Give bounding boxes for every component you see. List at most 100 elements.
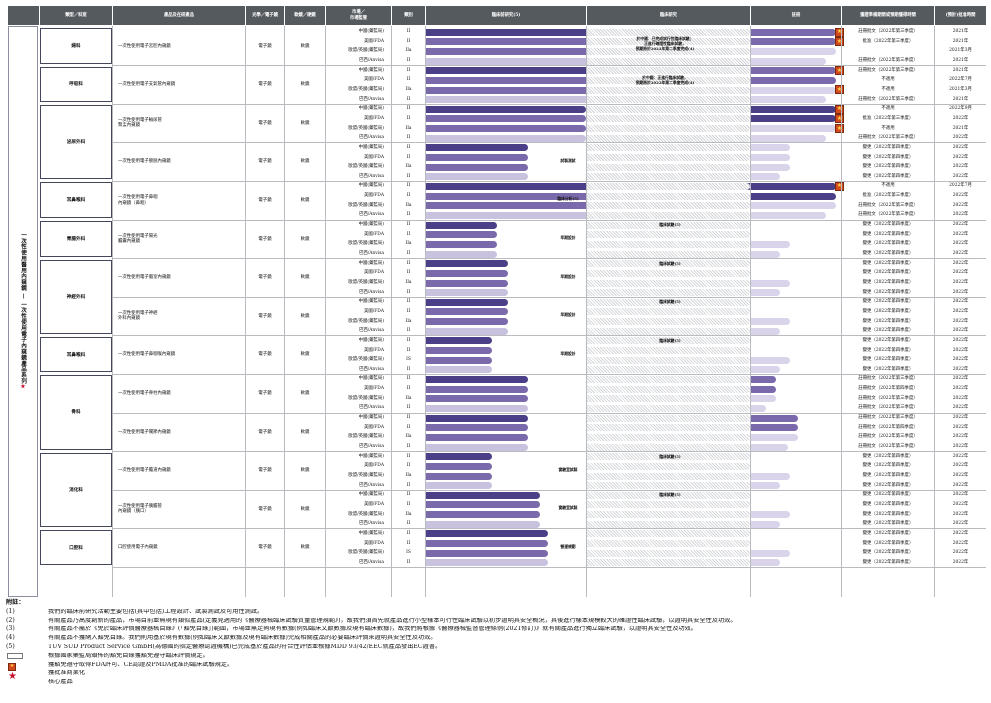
approval-time: 2022年 bbox=[952, 366, 969, 372]
design-bar bbox=[426, 540, 548, 548]
approval-time: 2022年 bbox=[952, 222, 969, 228]
department-5: 胃腸外科 bbox=[40, 221, 112, 257]
clinical-bar bbox=[586, 472, 750, 480]
registration-bar bbox=[750, 511, 790, 519]
registration-bar bbox=[750, 28, 836, 36]
approval-time: 2022年 bbox=[952, 463, 969, 469]
registration-bar bbox=[750, 482, 780, 490]
market-label: 中國(藥監局) bbox=[358, 183, 384, 189]
market-label: 美國/FDA bbox=[364, 386, 384, 392]
registration-bar bbox=[750, 173, 780, 181]
product-name: 一次性使用電子鼻咽 內窺鏡（鼻咽） bbox=[118, 195, 158, 206]
design-bar bbox=[426, 491, 540, 499]
registration-bar bbox=[750, 183, 836, 190]
class-label: II bbox=[406, 173, 411, 179]
approval-status: 註冊批文（2022年第三季度） bbox=[858, 444, 918, 449]
approval-status: 變更（2022年第四季度） bbox=[862, 318, 914, 324]
design-bar bbox=[426, 269, 508, 277]
product-mode: 軟鏡 bbox=[300, 468, 310, 474]
class-label: IIa bbox=[405, 318, 412, 324]
footnote-text: 我們的臨床前研究活動主要包括(其中包括)工程設計、試製測試及可用性測試。 bbox=[48, 608, 264, 615]
class-label: II bbox=[406, 222, 411, 228]
class-label: II bbox=[406, 77, 411, 83]
approval-time: 2022年 bbox=[952, 231, 969, 237]
approval-status: 註冊批文（2022年第三季度） bbox=[858, 212, 918, 218]
approval-time: 2022年 bbox=[952, 492, 969, 498]
approval-time: 2022年 bbox=[952, 270, 969, 276]
registration-bar bbox=[750, 520, 780, 528]
footnote-key: (1) bbox=[6, 607, 15, 615]
header-mode: 軟鏡／硬鏡 bbox=[285, 6, 325, 25]
class-label: IIa bbox=[405, 241, 412, 247]
approval-status: 註冊批文（2022年第三季度） bbox=[858, 415, 918, 421]
class-label: II bbox=[406, 405, 411, 411]
product-kind: 電子鏡 bbox=[258, 120, 272, 126]
product-mode: 軟鏡 bbox=[300, 120, 310, 126]
registration-bar bbox=[750, 279, 790, 287]
product-name: 一次性使用電子腦室內窺鏡 bbox=[118, 275, 171, 281]
design-bar bbox=[426, 501, 540, 509]
stage-note-clinical: 臨床試驗(5) bbox=[659, 260, 681, 266]
clinical-bar bbox=[586, 366, 750, 374]
market-label: 巴西/Anvisa bbox=[358, 251, 384, 256]
department-1: 婦科 bbox=[40, 28, 112, 64]
class-label: II bbox=[406, 540, 411, 546]
approval-time: 2021年 bbox=[952, 96, 969, 102]
market-label: 歐盟/英國(藥監局) bbox=[348, 164, 384, 170]
approval-time: 2022年 bbox=[952, 405, 969, 411]
clinical-bar bbox=[586, 308, 750, 316]
approval-status: 不適用 bbox=[881, 125, 895, 131]
design-bar bbox=[426, 125, 586, 133]
clinical-bar bbox=[586, 279, 750, 287]
approval-time: 2022年 bbox=[952, 260, 969, 266]
market-label: 歐盟/英國(藥監局) bbox=[348, 357, 384, 363]
market-label: 美國/FDA bbox=[364, 308, 384, 314]
approval-time: 2022年 bbox=[952, 434, 969, 440]
registration-bar bbox=[750, 240, 790, 248]
clinical-bar bbox=[586, 356, 750, 364]
market-label: 巴西/Anvisa bbox=[358, 559, 384, 565]
approval-status: 變更（2022年第四季度） bbox=[862, 164, 914, 170]
core-product-legend-icon: ★ bbox=[8, 671, 17, 683]
design-bar bbox=[426, 144, 528, 152]
approval-time: 2022年 bbox=[952, 511, 969, 517]
footnote-text: 有關產品不獲納入豁免目錄。我們則用基於現有數據(例如臨床文獻數據及現有臨床數據)… bbox=[48, 635, 437, 642]
class-label: IS bbox=[406, 550, 411, 556]
class-label: II bbox=[406, 144, 411, 150]
clinical-bar bbox=[586, 501, 750, 509]
class-label: II bbox=[406, 299, 411, 305]
approval-status: 變更（2022年第四季度） bbox=[862, 270, 914, 276]
market-label: 巴西/Anvisa bbox=[358, 212, 384, 218]
class-label: II bbox=[406, 58, 411, 63]
header-approval-status: 獲證準備期間或預期獲得時間 bbox=[842, 6, 934, 25]
core-product-star-icon: ★ bbox=[20, 384, 26, 391]
clinical-bar bbox=[586, 96, 750, 104]
approval-status: 變更（2022年第四季度） bbox=[862, 144, 914, 150]
column-line bbox=[325, 26, 326, 597]
class-label: IIa bbox=[405, 279, 412, 285]
clinical-bar bbox=[586, 231, 750, 239]
approval-time: 2022年 bbox=[952, 424, 969, 430]
approval-status: 變更（2022年第四季度） bbox=[862, 154, 914, 160]
commercialized-legend-icon: ★ bbox=[8, 662, 16, 671]
market-label: 巴西/Anvisa bbox=[358, 96, 384, 102]
approval-status: 批准（2022年第三季度） bbox=[862, 115, 914, 121]
product-mode: 軟鏡 bbox=[300, 545, 310, 551]
approval-status: 註冊批文（2022年第三季度） bbox=[858, 434, 918, 440]
clinical-bar bbox=[586, 404, 750, 412]
header-kind: 光學／電子鏡 bbox=[246, 6, 284, 25]
design-bar bbox=[426, 385, 528, 393]
market-label: 巴西/Anvisa bbox=[358, 482, 384, 488]
approval-time: 2021年3月 bbox=[949, 86, 972, 92]
approval-time: 2021年 bbox=[952, 38, 969, 44]
header-blank bbox=[8, 6, 39, 25]
product-mode: 軟鏡 bbox=[300, 82, 310, 88]
design-bar bbox=[426, 453, 492, 461]
market-label: 美國/FDA bbox=[364, 193, 384, 199]
market-label: 歐盟/英國(藥監局) bbox=[348, 48, 384, 54]
approval-status: 變更（2022年第四季度） bbox=[862, 251, 914, 256]
class-label: II bbox=[406, 347, 411, 353]
approval-status: 變更（2022年第四季度） bbox=[862, 482, 914, 488]
market-label: 中國(藥監局) bbox=[358, 29, 384, 35]
class-label: IIa bbox=[405, 125, 412, 131]
